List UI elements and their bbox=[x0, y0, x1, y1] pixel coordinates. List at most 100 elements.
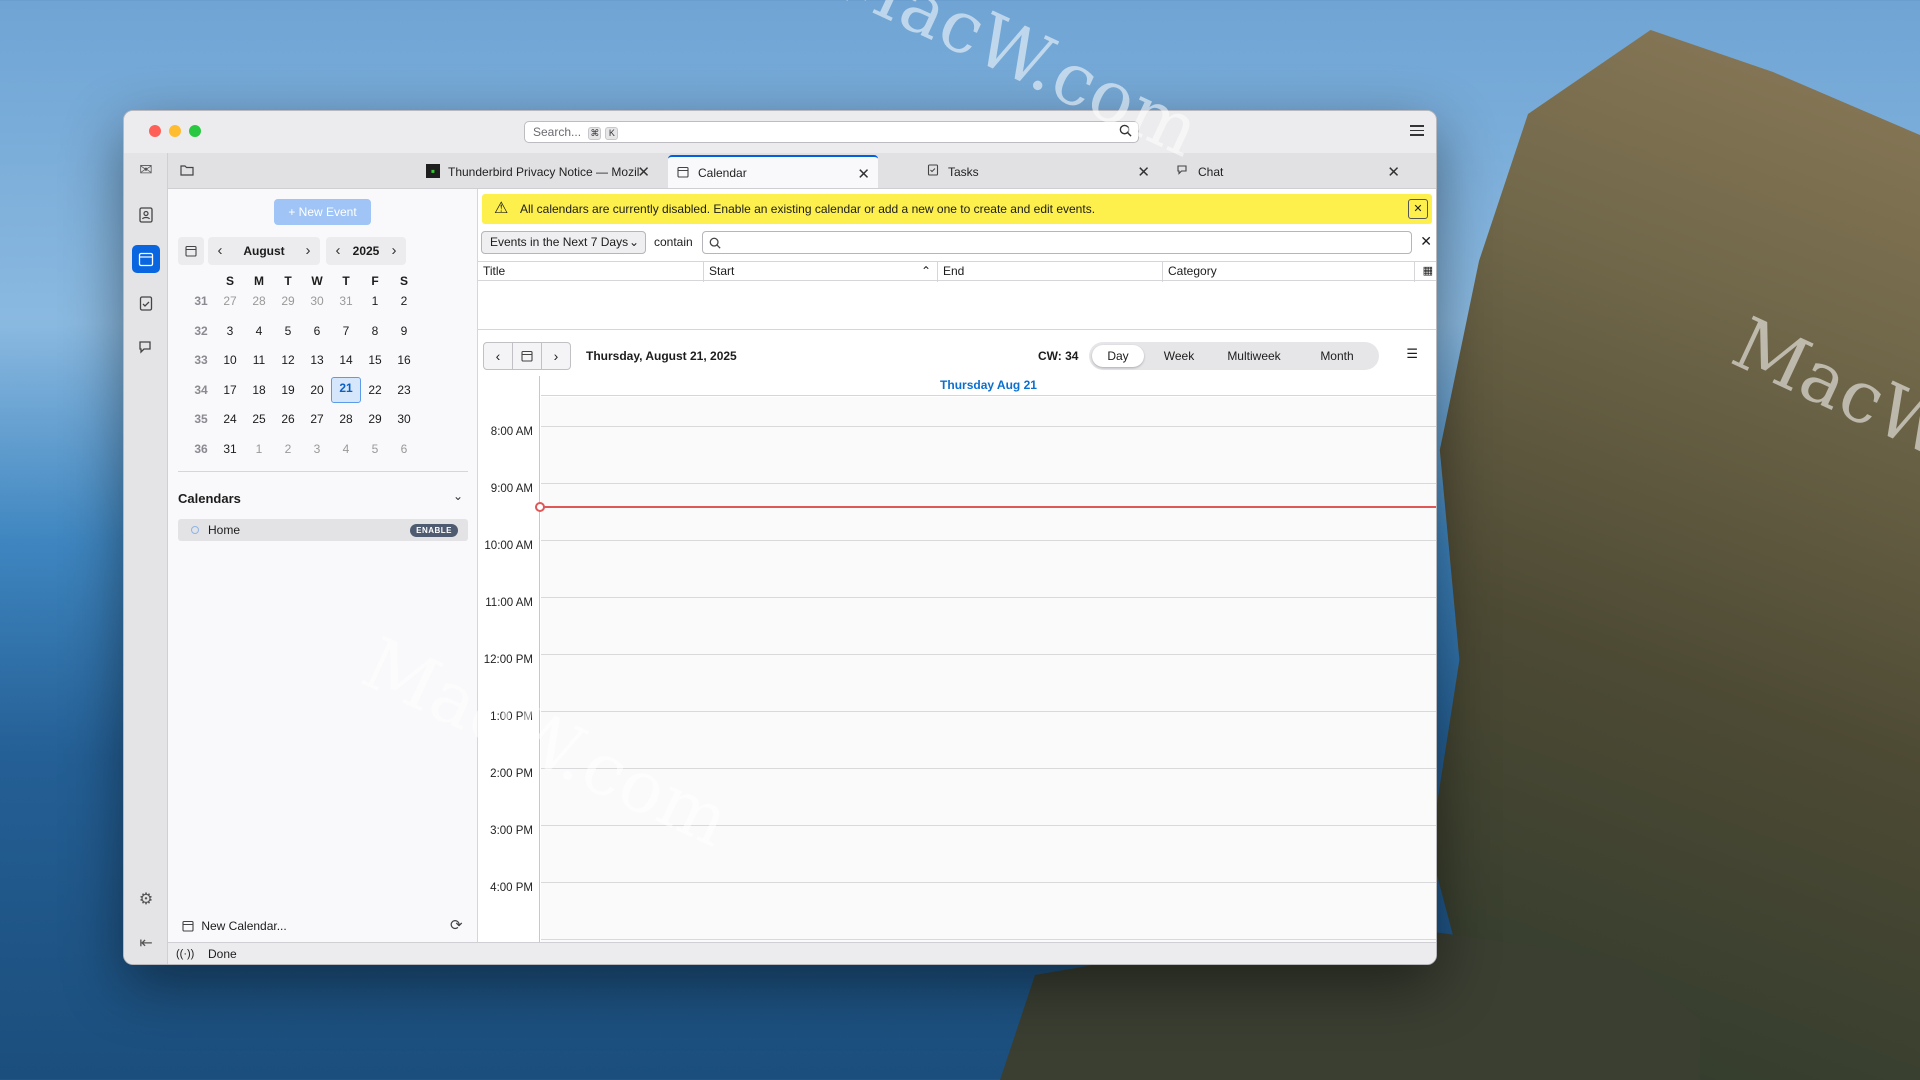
prev-month-icon[interactable]: ‹ bbox=[210, 237, 230, 265]
day-cell[interactable]: 29 bbox=[273, 291, 303, 311]
day-cell[interactable]: 19 bbox=[273, 380, 303, 400]
day-cell[interactable]: 28 bbox=[244, 291, 274, 311]
day-cell[interactable]: 29 bbox=[360, 409, 390, 429]
day-cell[interactable]: 2 bbox=[273, 439, 303, 459]
day-cell[interactable]: 20 bbox=[302, 380, 332, 400]
day-cell[interactable]: 5 bbox=[273, 321, 303, 341]
close-tab-icon[interactable]: ✕ bbox=[857, 165, 870, 183]
column-end[interactable]: End bbox=[938, 262, 1163, 282]
global-search-input[interactable]: Search... ⌘ K bbox=[524, 121, 1139, 143]
view-multiweek-button[interactable]: Multiweek bbox=[1211, 345, 1297, 367]
day-cell[interactable]: 3 bbox=[302, 439, 332, 459]
day-cell[interactable]: 13 bbox=[302, 350, 332, 370]
warning-icon: ⚠ bbox=[494, 200, 509, 217]
column-picker-icon[interactable]: ▦ bbox=[1423, 264, 1433, 277]
next-day-icon[interactable]: › bbox=[541, 342, 571, 370]
view-settings-icon[interactable]: ☰ bbox=[1406, 346, 1418, 362]
today-pane-icon[interactable] bbox=[178, 237, 204, 265]
day-cell[interactable]: 8 bbox=[360, 321, 390, 341]
enable-calendar-button[interactable]: ENABLE bbox=[410, 524, 458, 537]
tab-chat[interactable]: Chat ✕ bbox=[1168, 155, 1408, 188]
day-cell[interactable]: 3 bbox=[215, 321, 245, 341]
day-cell[interactable]: 4 bbox=[331, 439, 361, 459]
calendar-space-icon[interactable] bbox=[132, 245, 160, 273]
event-range-select[interactable]: Events in the Next 7 Days ⌄ bbox=[481, 231, 646, 254]
today-day-cell[interactable]: 21 bbox=[331, 376, 361, 403]
event-search-input[interactable] bbox=[702, 231, 1412, 254]
view-week-button[interactable]: Week bbox=[1149, 345, 1209, 367]
clear-filter-icon[interactable]: ✕ bbox=[1420, 233, 1432, 250]
day-cell[interactable]: 18 bbox=[244, 380, 274, 400]
close-tab-icon[interactable]: ✕ bbox=[1387, 163, 1400, 181]
new-calendar-button[interactable]: New Calendar... bbox=[182, 919, 287, 933]
day-cell[interactable]: 2 bbox=[389, 291, 419, 311]
day-cell[interactable]: 17 bbox=[215, 380, 245, 400]
refresh-icon[interactable]: ⟳ bbox=[450, 916, 463, 934]
close-notice-icon[interactable]: ✕ bbox=[1408, 199, 1428, 219]
day-cell[interactable]: 16 bbox=[389, 350, 419, 370]
day-cell[interactable]: 22 bbox=[360, 380, 390, 400]
day-cell[interactable]: 15 bbox=[360, 350, 390, 370]
day-cell[interactable]: 25 bbox=[244, 409, 274, 429]
month-navigator: ‹ August › bbox=[208, 237, 320, 265]
mail-space-icon[interactable]: ✉ bbox=[132, 157, 160, 185]
day-cell[interactable]: 31 bbox=[331, 291, 361, 311]
chat-space-icon[interactable] bbox=[132, 333, 160, 361]
day-cell[interactable]: 6 bbox=[302, 321, 332, 341]
day-cell[interactable]: 1 bbox=[360, 291, 390, 311]
day-cell[interactable]: 6 bbox=[389, 439, 419, 459]
settings-gear-icon[interactable]: ⚙ bbox=[132, 886, 160, 914]
tasks-space-icon[interactable] bbox=[132, 289, 160, 317]
column-category[interactable]: Category bbox=[1163, 262, 1415, 282]
today-button-icon[interactable] bbox=[512, 342, 542, 370]
day-cell[interactable]: 4 bbox=[244, 321, 274, 341]
next-month-icon[interactable]: › bbox=[298, 237, 318, 265]
close-tab-icon[interactable]: ✕ bbox=[1137, 163, 1150, 181]
tab-tasks[interactable]: Tasks ✕ bbox=[918, 155, 1158, 188]
day-column-header[interactable]: Thursday Aug 21 bbox=[541, 376, 1436, 396]
day-cell[interactable]: 14 bbox=[331, 350, 361, 370]
calendar-item-home[interactable]: Home ENABLE bbox=[178, 519, 468, 541]
column-title[interactable]: Title bbox=[478, 262, 704, 282]
tab-privacy-notice[interactable]: ▪ Thunderbird Privacy Notice — Mozil ✕ bbox=[418, 155, 654, 188]
view-month-button[interactable]: Month bbox=[1301, 345, 1373, 367]
view-day-button[interactable]: Day bbox=[1092, 345, 1144, 367]
prev-day-icon[interactable]: ‹ bbox=[483, 342, 513, 370]
calendar-main: ⚠ All calendars are currently disabled. … bbox=[478, 189, 1436, 964]
day-cell[interactable]: 30 bbox=[302, 291, 332, 311]
weekday-label: S bbox=[399, 274, 408, 288]
day-cell[interactable]: 30 bbox=[389, 409, 419, 429]
column-start[interactable]: Start ⌃ bbox=[704, 262, 938, 282]
day-cell[interactable]: 11 bbox=[244, 350, 274, 370]
zoom-window-button[interactable] bbox=[189, 125, 201, 137]
new-event-button[interactable]: + New Event bbox=[274, 199, 371, 225]
day-cell[interactable]: 9 bbox=[389, 321, 419, 341]
day-cell[interactable]: 7 bbox=[331, 321, 361, 341]
day-cell[interactable]: 1 bbox=[244, 439, 274, 459]
day-cell[interactable]: 5 bbox=[360, 439, 390, 459]
tab-calendar[interactable]: Calendar ✕ bbox=[668, 155, 878, 188]
search-placeholder: Search... bbox=[533, 125, 582, 139]
folder-icon[interactable] bbox=[180, 164, 194, 179]
day-cell[interactable]: 31 bbox=[215, 439, 245, 459]
day-cell[interactable]: 26 bbox=[273, 409, 303, 429]
tab-bar: ▪ Thunderbird Privacy Notice — Mozil ✕ C… bbox=[168, 153, 1436, 189]
app-menu-icon[interactable] bbox=[1410, 123, 1424, 139]
next-year-icon[interactable]: › bbox=[384, 237, 404, 265]
tab-label: Thunderbird Privacy Notice — Mozil bbox=[448, 165, 640, 179]
minimize-window-button[interactable] bbox=[169, 125, 181, 137]
online-status-icon[interactable]: ((·)) bbox=[176, 943, 194, 964]
prev-year-icon[interactable]: ‹ bbox=[328, 237, 348, 265]
collapse-spaces-icon[interactable]: ⇤ bbox=[132, 930, 160, 958]
day-cell[interactable]: 27 bbox=[302, 409, 332, 429]
day-cell[interactable]: 10 bbox=[215, 350, 245, 370]
day-cell[interactable]: 12 bbox=[273, 350, 303, 370]
close-window-button[interactable] bbox=[149, 125, 161, 137]
day-cell[interactable]: 27 bbox=[215, 291, 245, 311]
address-book-icon[interactable] bbox=[132, 201, 160, 229]
day-cell[interactable]: 23 bbox=[389, 380, 419, 400]
day-cell[interactable]: 28 bbox=[331, 409, 361, 429]
day-cell[interactable]: 24 bbox=[215, 409, 245, 429]
close-tab-icon[interactable]: ✕ bbox=[637, 163, 650, 181]
chevron-down-icon[interactable]: ⌄ bbox=[453, 489, 463, 503]
